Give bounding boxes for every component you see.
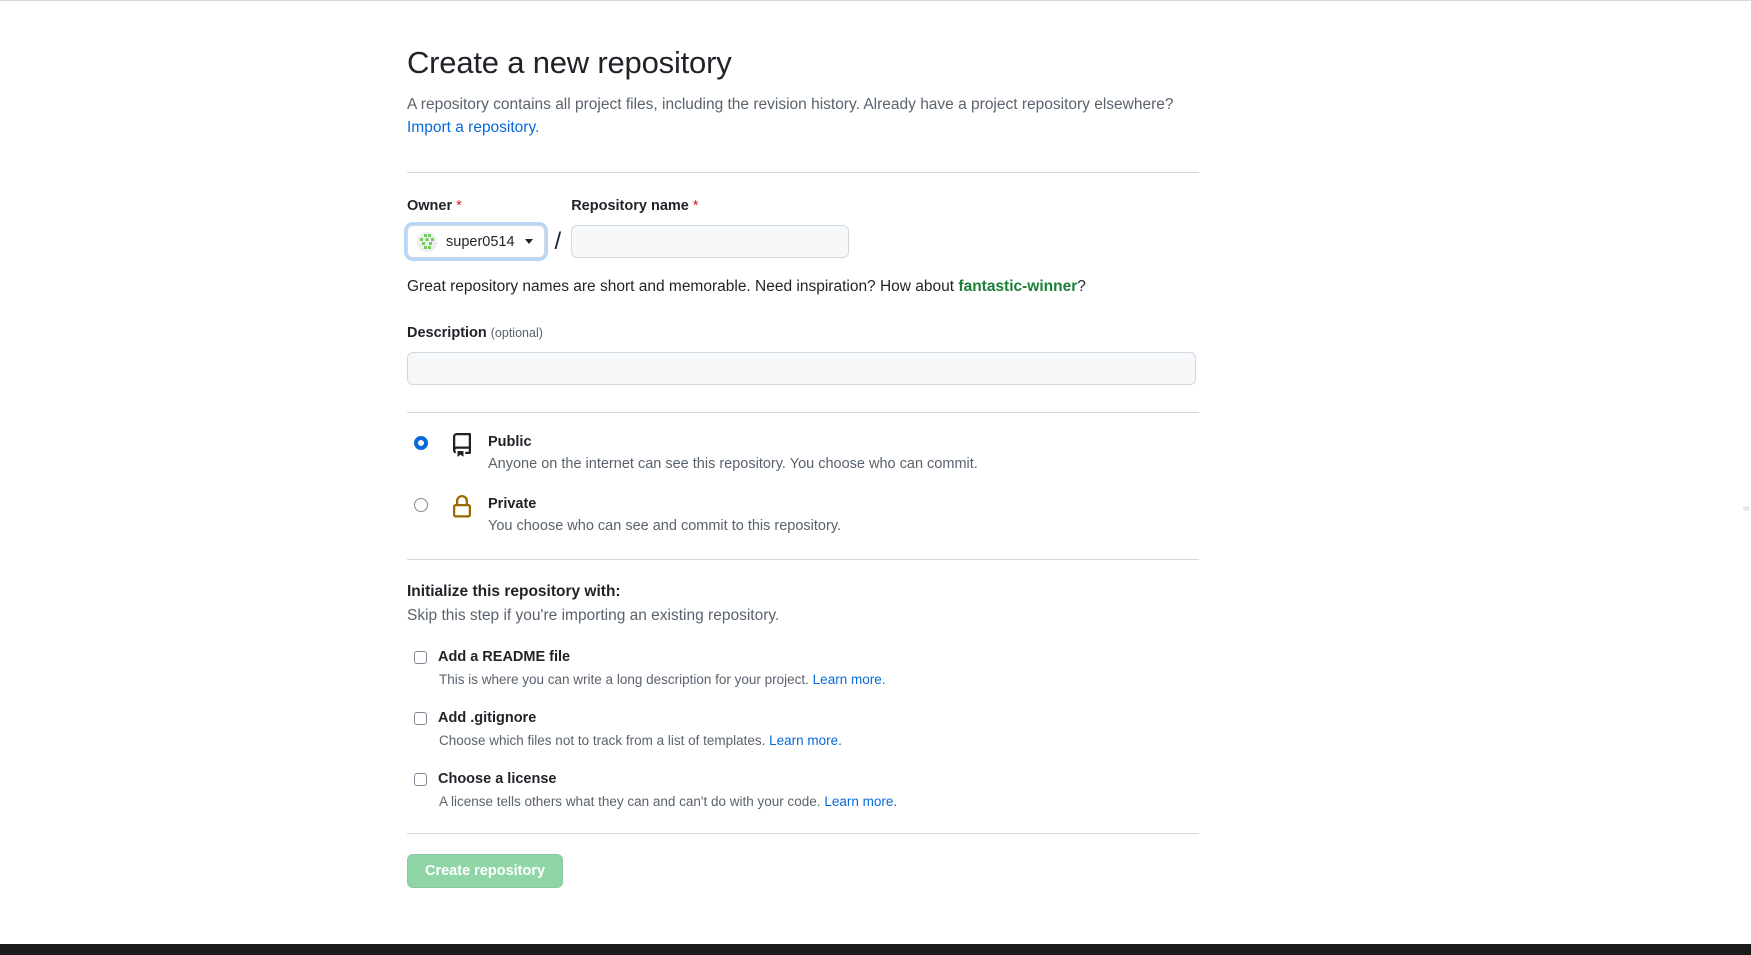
repository-name-required-marker: * — [692, 198, 699, 214]
repository-name-label-text: Repository name — [571, 198, 689, 214]
initialize-gitignore-description: Choose which files not to track from a l… — [439, 731, 1199, 750]
description-label: Description (optional) — [407, 324, 1199, 343]
owner-selected-value: super0514 — [446, 233, 515, 250]
checkbox-choose-license[interactable] — [414, 772, 427, 786]
initialize-gitignore-description-text: Choose which files not to track from a l… — [439, 733, 770, 748]
repository-name-field: Repository name * — [571, 197, 850, 258]
repository-name-input[interactable] — [571, 225, 850, 258]
create-repository-button[interactable]: Create repository — [407, 854, 564, 888]
license-learn-more-link[interactable]: Learn more. — [824, 794, 897, 809]
visibility-option-private[interactable]: Private You choose who can see and commi… — [407, 494, 1199, 537]
initialize-gitignore-head[interactable]: Add .gitignore — [407, 708, 1199, 728]
page-scrollbar-thumb[interactable] — [1743, 506, 1750, 511]
import-repository-link[interactable]: Import a repository. — [407, 119, 539, 136]
gitignore-learn-more-link[interactable]: Learn more. — [769, 733, 842, 748]
visibility-public-description: Anyone on the internet can see this repo… — [488, 456, 978, 472]
initialize-section: Initialize this repository with: Skip th… — [407, 560, 1199, 811]
initialize-option-gitignore: Add .gitignore Choose which files not to… — [407, 708, 1199, 750]
initialize-options: Add a README file This is where you can … — [407, 647, 1199, 811]
page-subtitle-text: A repository contains all project files,… — [407, 96, 1174, 113]
description-optional-tag: (optional) — [490, 326, 543, 340]
chevron-down-icon — [524, 239, 533, 244]
visibility-public-text: Public Anyone on the internet can see th… — [488, 432, 978, 475]
readme-learn-more-link[interactable]: Learn more. — [813, 672, 886, 687]
initialize-license-description-text: A license tells others what they can and… — [439, 794, 825, 809]
owner-label-text: Owner — [407, 198, 453, 214]
suggested-name-link[interactable]: fantastic-winner — [958, 278, 1077, 295]
page-subtitle: A repository contains all project files,… — [407, 82, 1197, 139]
radio-public[interactable] — [414, 436, 428, 450]
description-input[interactable] — [407, 352, 1196, 385]
visibility-public-title: Public — [488, 434, 532, 450]
create-repository-page: Create a new repository A repository con… — [0, 1, 1751, 944]
submit-area: Create repository — [407, 834, 1199, 888]
initialize-license-head[interactable]: Choose a license — [407, 769, 1199, 789]
initialize-option-license: Choose a license A license tells others … — [407, 769, 1199, 811]
initialize-readme-head[interactable]: Add a README file — [407, 647, 1199, 667]
lock-icon — [448, 495, 476, 519]
page-title: Create a new repository — [407, 45, 732, 80]
visibility-option-public[interactable]: Public Anyone on the internet can see th… — [407, 432, 1199, 475]
repository-name-hint-prefix: Great repository names are short and mem… — [407, 278, 959, 295]
owner-dropdown[interactable]: super0514 — [404, 222, 548, 261]
repository-name-label: Repository name * — [571, 197, 849, 216]
radio-private[interactable] — [414, 498, 428, 512]
initialize-license-description: A license tells others what they can and… — [439, 792, 1199, 811]
owner-field: Owner * super0514 — [404, 197, 548, 261]
visibility-private-title: Private — [488, 496, 537, 512]
initialize-license-label: Choose a license — [438, 771, 557, 787]
visibility-options: Public Anyone on the internet can see th… — [407, 413, 1199, 537]
initialize-gitignore-label: Add .gitignore — [438, 710, 537, 726]
initialize-heading: Initialize this repository with: — [407, 583, 621, 600]
initialize-subheading: Skip this step if you're importing an ex… — [407, 607, 780, 624]
repository-name-hint: Great repository names are short and mem… — [407, 258, 1199, 297]
owner-required-marker: * — [456, 198, 462, 214]
new-repository-form: Create a new repository A repository con… — [404, 1, 1199, 888]
owner-name-separator: / — [554, 228, 562, 255]
description-field: Description (optional) — [407, 297, 1199, 385]
checkbox-add-readme[interactable] — [414, 650, 427, 664]
visibility-private-description: You choose who can see and commit to thi… — [488, 518, 842, 534]
description-label-text: Description — [407, 325, 487, 341]
owner-and-name-row: Owner * super0514 / Repository name * — [404, 173, 1199, 261]
initialize-readme-description-text: This is where you can write a long descr… — [439, 672, 813, 687]
avatar — [417, 231, 437, 252]
repo-icon — [448, 433, 476, 457]
visibility-private-text: Private You choose who can see and commi… — [488, 494, 841, 537]
repository-name-hint-suffix: ? — [1077, 278, 1086, 295]
checkbox-add-gitignore[interactable] — [414, 711, 427, 725]
initialize-option-readme: Add a README file This is where you can … — [407, 647, 1199, 689]
owner-label: Owner * — [407, 197, 545, 216]
initialize-readme-label: Add a README file — [438, 649, 571, 665]
browser-bottom-bar — [0, 944, 1751, 955]
initialize-readme-description: This is where you can write a long descr… — [439, 670, 1199, 689]
